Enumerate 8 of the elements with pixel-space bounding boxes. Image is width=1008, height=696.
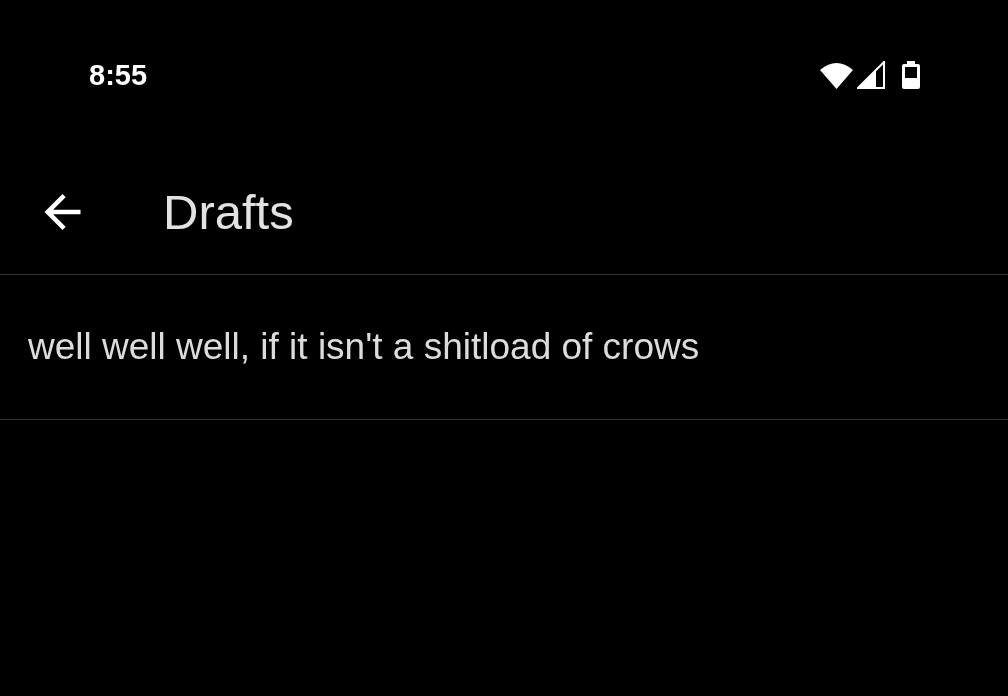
- cell-signal-icon: [857, 61, 885, 89]
- status-time: 8:55: [89, 58, 148, 92]
- draft-item[interactable]: well well well, if it isn't a shitload of crows: [0, 275, 1008, 420]
- screen-title: Drafts: [163, 184, 294, 240]
- back-arrow-icon[interactable]: [44, 194, 81, 230]
- battery-icon: [902, 61, 920, 89]
- wifi-icon: [820, 61, 853, 89]
- draft-text: well well well, if it isn't a shitload of crows: [28, 326, 700, 368]
